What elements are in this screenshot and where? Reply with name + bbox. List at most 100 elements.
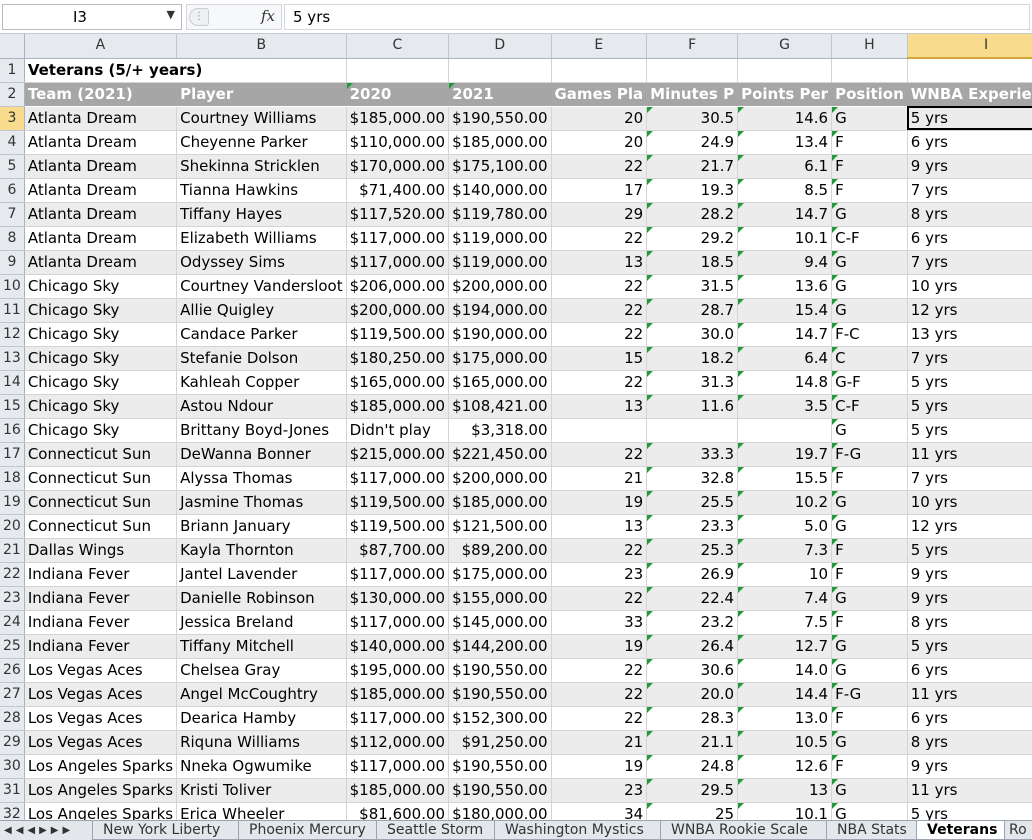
cell[interactable]: 22 bbox=[551, 370, 648, 395]
cell[interactable]: Atlanta Dream bbox=[24, 250, 178, 275]
cell[interactable]: 22 bbox=[551, 586, 648, 611]
row-header-30[interactable]: 30 bbox=[0, 754, 25, 779]
cell[interactable]: $119,000.00 bbox=[448, 250, 552, 275]
cell[interactable]: Chicago Sky bbox=[24, 274, 178, 299]
cell[interactable]: $185,000.00 bbox=[346, 682, 450, 707]
cell[interactable]: Tianna Hawkins bbox=[176, 178, 347, 203]
row-header-2[interactable]: 2 bbox=[0, 82, 25, 107]
cell[interactable]: 10.1 bbox=[737, 226, 833, 251]
cell[interactable]: 21 bbox=[551, 730, 648, 755]
cell[interactable]: Jantel Lavender bbox=[176, 562, 347, 587]
cell[interactable]: $155,000.00 bbox=[448, 586, 552, 611]
sheet-tab-veterans[interactable]: Veterans bbox=[916, 821, 1008, 840]
cell[interactable]: 31.5 bbox=[646, 274, 739, 299]
cell[interactable]: $200,000.00 bbox=[346, 298, 450, 323]
cell[interactable]: G bbox=[831, 586, 908, 611]
column-header-c[interactable]: C bbox=[346, 34, 450, 59]
header-cell[interactable]: Player bbox=[176, 82, 347, 107]
cell[interactable]: $175,100.00 bbox=[448, 154, 552, 179]
column-header-h[interactable]: H bbox=[831, 34, 908, 59]
row-header-13[interactable]: 13 bbox=[0, 346, 25, 371]
cell[interactable]: Chicago Sky bbox=[24, 370, 178, 395]
cell[interactable]: 13.4 bbox=[737, 130, 833, 155]
cell[interactable] bbox=[646, 418, 739, 443]
cell[interactable]: 6 yrs bbox=[907, 130, 1032, 155]
cell[interactable]: F bbox=[831, 154, 908, 179]
cell[interactable]: 13 bbox=[551, 514, 648, 539]
row-header-21[interactable]: 21 bbox=[0, 538, 25, 563]
cell[interactable]: F bbox=[831, 466, 908, 491]
cell[interactable]: Tiffany Mitchell bbox=[176, 634, 347, 659]
cell[interactable]: $110,000.00 bbox=[346, 130, 450, 155]
cell[interactable]: F bbox=[831, 538, 908, 563]
cell[interactable]: DeWanna Bonner bbox=[176, 442, 347, 467]
cell[interactable]: 19 bbox=[551, 490, 648, 515]
row-header-4[interactable]: 4 bbox=[0, 130, 25, 155]
cell[interactable]: Connecticut Sun bbox=[24, 442, 178, 467]
cell[interactable]: 22 bbox=[551, 706, 648, 731]
cell[interactable]: Atlanta Dream bbox=[24, 226, 178, 251]
row-header-19[interactable]: 19 bbox=[0, 490, 25, 515]
cell[interactable]: Los Angeles Sparks bbox=[24, 754, 178, 779]
cell[interactable]: $190,550.00 bbox=[448, 682, 552, 707]
column-header-f[interactable]: F bbox=[646, 34, 739, 59]
cell[interactable]: G bbox=[831, 490, 908, 515]
cell[interactable]: Courtney Vandersloot bbox=[176, 274, 347, 299]
cell[interactable]: 23.2 bbox=[646, 610, 739, 635]
cell[interactable]: 8 yrs bbox=[907, 202, 1032, 227]
cell[interactable]: 20.0 bbox=[646, 682, 739, 707]
cell[interactable]: 8 yrs bbox=[907, 730, 1032, 755]
cell[interactable]: $89,200.00 bbox=[448, 538, 552, 563]
cell[interactable]: 14.6 bbox=[737, 106, 833, 131]
row-header-23[interactable]: 23 bbox=[0, 586, 25, 611]
cell[interactable]: Chicago Sky bbox=[24, 322, 178, 347]
cell[interactable]: G bbox=[831, 274, 908, 299]
cell[interactable]: $200,000.00 bbox=[448, 466, 552, 491]
cell[interactable]: $175,000.00 bbox=[448, 346, 552, 371]
cell[interactable]: $170,000.00 bbox=[346, 154, 450, 179]
cell[interactable]: 29.2 bbox=[646, 226, 739, 251]
row-header-32[interactable]: 32 bbox=[0, 802, 25, 820]
row-header-18[interactable]: 18 bbox=[0, 466, 25, 491]
cell[interactable]: Chicago Sky bbox=[24, 418, 178, 443]
column-header-g[interactable]: G bbox=[737, 34, 833, 59]
cell[interactable]: $190,550.00 bbox=[448, 754, 552, 779]
cell[interactable]: Chelsea Gray bbox=[176, 658, 347, 683]
cell[interactable]: 13.0 bbox=[737, 706, 833, 731]
cell[interactable]: 19.3 bbox=[646, 178, 739, 203]
cell[interactable]: $87,700.00 bbox=[346, 538, 450, 563]
cell[interactable]: Los Vegas Aces bbox=[24, 658, 178, 683]
cell[interactable]: $190,550.00 bbox=[448, 106, 552, 131]
cell[interactable]: Dearica Hamby bbox=[176, 706, 347, 731]
cell[interactable]: $117,000.00 bbox=[346, 706, 450, 731]
cell[interactable]: $195,000.00 bbox=[346, 658, 450, 683]
cell[interactable]: 15.4 bbox=[737, 298, 833, 323]
cell[interactable]: $185,000.00 bbox=[346, 106, 450, 131]
row-header-28[interactable]: 28 bbox=[0, 706, 25, 731]
cell[interactable]: 5.0 bbox=[737, 514, 833, 539]
cell[interactable]: 12.6 bbox=[737, 754, 833, 779]
cell[interactable]: Los Vegas Aces bbox=[24, 730, 178, 755]
cell[interactable]: F bbox=[831, 562, 908, 587]
cell[interactable]: 14.7 bbox=[737, 202, 833, 227]
cell[interactable]: Dallas Wings bbox=[24, 538, 178, 563]
cell[interactable]: Angel McCoughtry bbox=[176, 682, 347, 707]
cell[interactable]: 9 yrs bbox=[907, 754, 1032, 779]
spreadsheet-grid[interactable]: ABCDEFGHI 1 Veterans (5/+ years) 2 Team (20… bbox=[0, 34, 1032, 820]
cell[interactable]: $152,300.00 bbox=[448, 706, 552, 731]
cell[interactable]: $175,000.00 bbox=[448, 562, 552, 587]
column-header-d[interactable]: D bbox=[448, 34, 552, 59]
column-header-a[interactable]: A bbox=[24, 34, 178, 59]
cell[interactable]: 19.7 bbox=[737, 442, 833, 467]
formula-input[interactable]: 5 yrs bbox=[284, 4, 1030, 30]
cell[interactable]: G bbox=[831, 658, 908, 683]
cell[interactable]: 22 bbox=[551, 274, 648, 299]
cell[interactable]: 6.4 bbox=[737, 346, 833, 371]
cell[interactable]: Connecticut Sun bbox=[24, 514, 178, 539]
header-cell[interactable]: Minutes P bbox=[646, 82, 739, 107]
cell[interactable]: Atlanta Dream bbox=[24, 106, 178, 131]
row-header-27[interactable]: 27 bbox=[0, 682, 25, 707]
cell[interactable]: $185,000.00 bbox=[448, 130, 552, 155]
cell[interactable]: 9 yrs bbox=[907, 562, 1032, 587]
cell[interactable]: 25 bbox=[646, 802, 739, 820]
